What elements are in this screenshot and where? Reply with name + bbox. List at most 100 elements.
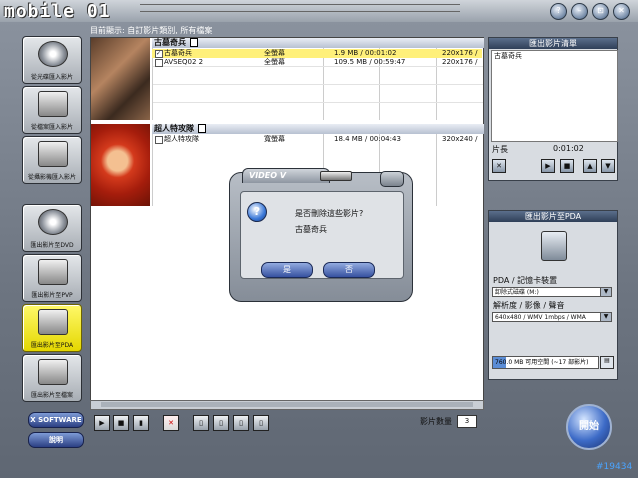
movie-thumbnail[interactable]	[91, 124, 150, 206]
window-controls: ? – ⊡ ✕	[550, 3, 630, 20]
camcorder-icon	[38, 141, 68, 167]
move-down-button[interactable]: ▼	[601, 159, 615, 173]
movie-resolution: 220x176 /	[442, 58, 478, 66]
disc-icon	[38, 41, 68, 67]
device-label: PDA / 記憶卡裝置	[493, 276, 558, 285]
movie-resolution: 320x240 /	[442, 135, 478, 143]
pda-device-icon	[541, 231, 567, 261]
panel-title: 匯出影片清單	[489, 38, 617, 49]
remove-from-list-button[interactable]: ✕	[492, 159, 506, 173]
chevron-down-icon[interactable]: ▼	[600, 288, 611, 296]
movie-aspect: 全螢幕	[264, 49, 285, 57]
import-from-disc-button[interactable]: 從光碟匯入影片	[22, 36, 82, 84]
export-to-pda-button[interactable]: 匯出影片至PDA	[22, 304, 82, 352]
help-window-button[interactable]: ?	[550, 3, 567, 20]
import-from-file-button[interactable]: 從檔案匯入影片	[22, 86, 82, 134]
export-playlist-panel: 匯出影片清單 古墓奇兵 片長 0:01:02 ✕ ▶ ■ ▲ ▼	[488, 37, 618, 181]
free-space-unit: MB 可用空間 (~17 部影片)	[514, 359, 589, 366]
movie-name: 超人特攻隊	[164, 135, 199, 143]
dialog-body: ? 是否刪除這些影片? 古墓奇兵 是 否	[240, 191, 404, 279]
sidebar-label: 從檔案匯入影片	[30, 124, 73, 131]
app-window: mobile 01 ? – ⊡ ✕ 目前顯示: 自訂影片類別, 所有檔案 從光碟…	[0, 0, 638, 478]
movie-count-value: 3	[457, 415, 477, 428]
question-icon: ?	[247, 202, 267, 222]
movie-size-duration: 18.4 MB / 00:04:43	[334, 135, 401, 143]
row-checkbox[interactable]	[155, 136, 163, 144]
current-view-status: 目前顯示: 自訂影片類別, 所有檔案	[90, 26, 213, 35]
pda-export-panel: 匯出影片至PDA PDA / 記憶卡裝置 卸除式磁碟 (M:) ▼ 解析度 / …	[488, 210, 618, 380]
scrollbar-thumb[interactable]	[101, 402, 473, 407]
export-playlist[interactable]: 古墓奇兵	[491, 50, 618, 142]
table-row[interactable]: AVSEQ02 2 全螢幕 109.5 MB / 00:59:47 220x17…	[152, 58, 482, 67]
horizontal-scrollbar[interactable]	[90, 400, 484, 410]
free-space-text: 760.0 MB 可用空間 (~17 部影片)	[495, 357, 588, 368]
export-to-dvd-button[interactable]: 匯出影片至DVD	[22, 204, 82, 252]
list-item[interactable]: 古墓奇兵	[494, 51, 617, 61]
table-row[interactable]: 超人特攻隊 寬螢幕 18.4 MB / 00:04:43 320x240 /	[152, 135, 482, 144]
sidebar-label: 匯出影片至DVD	[30, 242, 74, 249]
move-up-button[interactable]: ▲	[583, 159, 597, 173]
movie-name: AVSEQ02 2	[164, 58, 204, 66]
chevron-down-icon[interactable]: ▼	[600, 313, 611, 321]
view-mode-1-button[interactable]: ▯	[193, 415, 209, 431]
playlist-length: 片長 0:01:02	[489, 142, 617, 154]
restore-button[interactable]: ⊡	[592, 3, 609, 20]
length-label: 片長	[492, 145, 508, 154]
movie-thumbnail[interactable]	[91, 38, 150, 120]
device-select[interactable]: 卸除式磁碟 (M:) ▼	[492, 287, 612, 297]
quality-select[interactable]: 640x480 / WMV 1mbps / WMA ▼	[492, 312, 612, 322]
import-from-camera-button[interactable]: 從攝影機匯入影片	[22, 136, 82, 184]
no-button[interactable]: 否	[323, 262, 375, 278]
movie-count-label: 影片數量	[420, 417, 452, 426]
stop-button[interactable]: ■	[113, 415, 129, 431]
sidebar-label: 匯出影片至PVP	[31, 292, 73, 299]
row-checkbox[interactable]: ✓	[155, 50, 163, 58]
table-row[interactable]: ✓ 古墓奇兵 全螢幕 1.9 MB / 00:01:02 220x176 /	[152, 49, 482, 58]
movie-group-header[interactable]: 古墓奇兵	[152, 38, 484, 48]
confirm-delete-dialog: VIDEO V ? 是否刪除這些影片? 古墓奇兵 是 否	[229, 168, 413, 302]
movie-aspect: 全螢幕	[264, 58, 285, 66]
row-checkbox[interactable]	[155, 59, 163, 67]
properties-button[interactable]: ▮	[133, 415, 149, 431]
pda-icon	[38, 309, 68, 335]
movie-size-duration: 1.9 MB / 00:01:02	[334, 49, 397, 57]
delete-button[interactable]: ✕	[163, 415, 179, 431]
title-bar: mobile 01 ? – ⊡ ✕	[0, 0, 638, 22]
length-value: 0:01:02	[553, 144, 584, 153]
sidebar-label: 匯出影片至PDA	[30, 342, 74, 349]
movie-aspect: 寬螢幕	[264, 135, 285, 143]
view-mode-2-button[interactable]: ▯	[213, 415, 229, 431]
preview-play-button[interactable]: ▶	[541, 159, 555, 173]
sidebar-label: 從光碟匯入影片	[30, 74, 73, 81]
free-space-meter: 760.0 MB 可用空間 (~17 部影片)	[492, 356, 599, 369]
x-software-button[interactable]: X SOFTWARE	[28, 412, 84, 428]
sidebar-label: 匯出影片至檔案	[30, 392, 73, 399]
play-button[interactable]: ▶	[94, 415, 110, 431]
dialog-knob-decoration	[380, 171, 404, 187]
export-to-file-button[interactable]: 匯出影片至檔案	[22, 354, 82, 402]
close-button[interactable]: ✕	[613, 3, 630, 20]
minimize-button[interactable]: –	[571, 3, 588, 20]
dialog-item-name: 古墓奇兵	[295, 225, 327, 234]
start-button[interactable]: 開始	[566, 404, 612, 450]
film-icon	[198, 124, 206, 133]
view-mode-4-button[interactable]: ▯	[253, 415, 269, 431]
help-button[interactable]: 說明	[28, 432, 84, 448]
refresh-space-icon[interactable]: ▤	[600, 356, 614, 369]
pvp-player-icon	[38, 259, 68, 285]
export-to-pvp-button[interactable]: 匯出影片至PVP	[22, 254, 82, 302]
yes-button[interactable]: 是	[261, 262, 313, 278]
dialog-title: VIDEO V	[242, 168, 330, 183]
movie-group-header[interactable]: 超人特攻隊	[152, 124, 484, 134]
movie-name: 古墓奇兵	[164, 49, 192, 57]
watermark-text: #19434	[596, 462, 633, 472]
device-value: 卸除式磁碟 (M:)	[495, 289, 539, 296]
movie-size-duration: 109.5 MB / 00:59:47	[334, 58, 406, 66]
movie-resolution: 220x176 /	[442, 49, 478, 57]
view-mode-3-button[interactable]: ▯	[233, 415, 249, 431]
file-icon	[38, 91, 68, 117]
panel-title: 匯出影片至PDA	[489, 211, 617, 222]
quality-label: 解析度 / 影像 / 聲音	[493, 301, 565, 310]
preview-stop-button[interactable]: ■	[560, 159, 574, 173]
title-bar-rail	[140, 4, 460, 12]
